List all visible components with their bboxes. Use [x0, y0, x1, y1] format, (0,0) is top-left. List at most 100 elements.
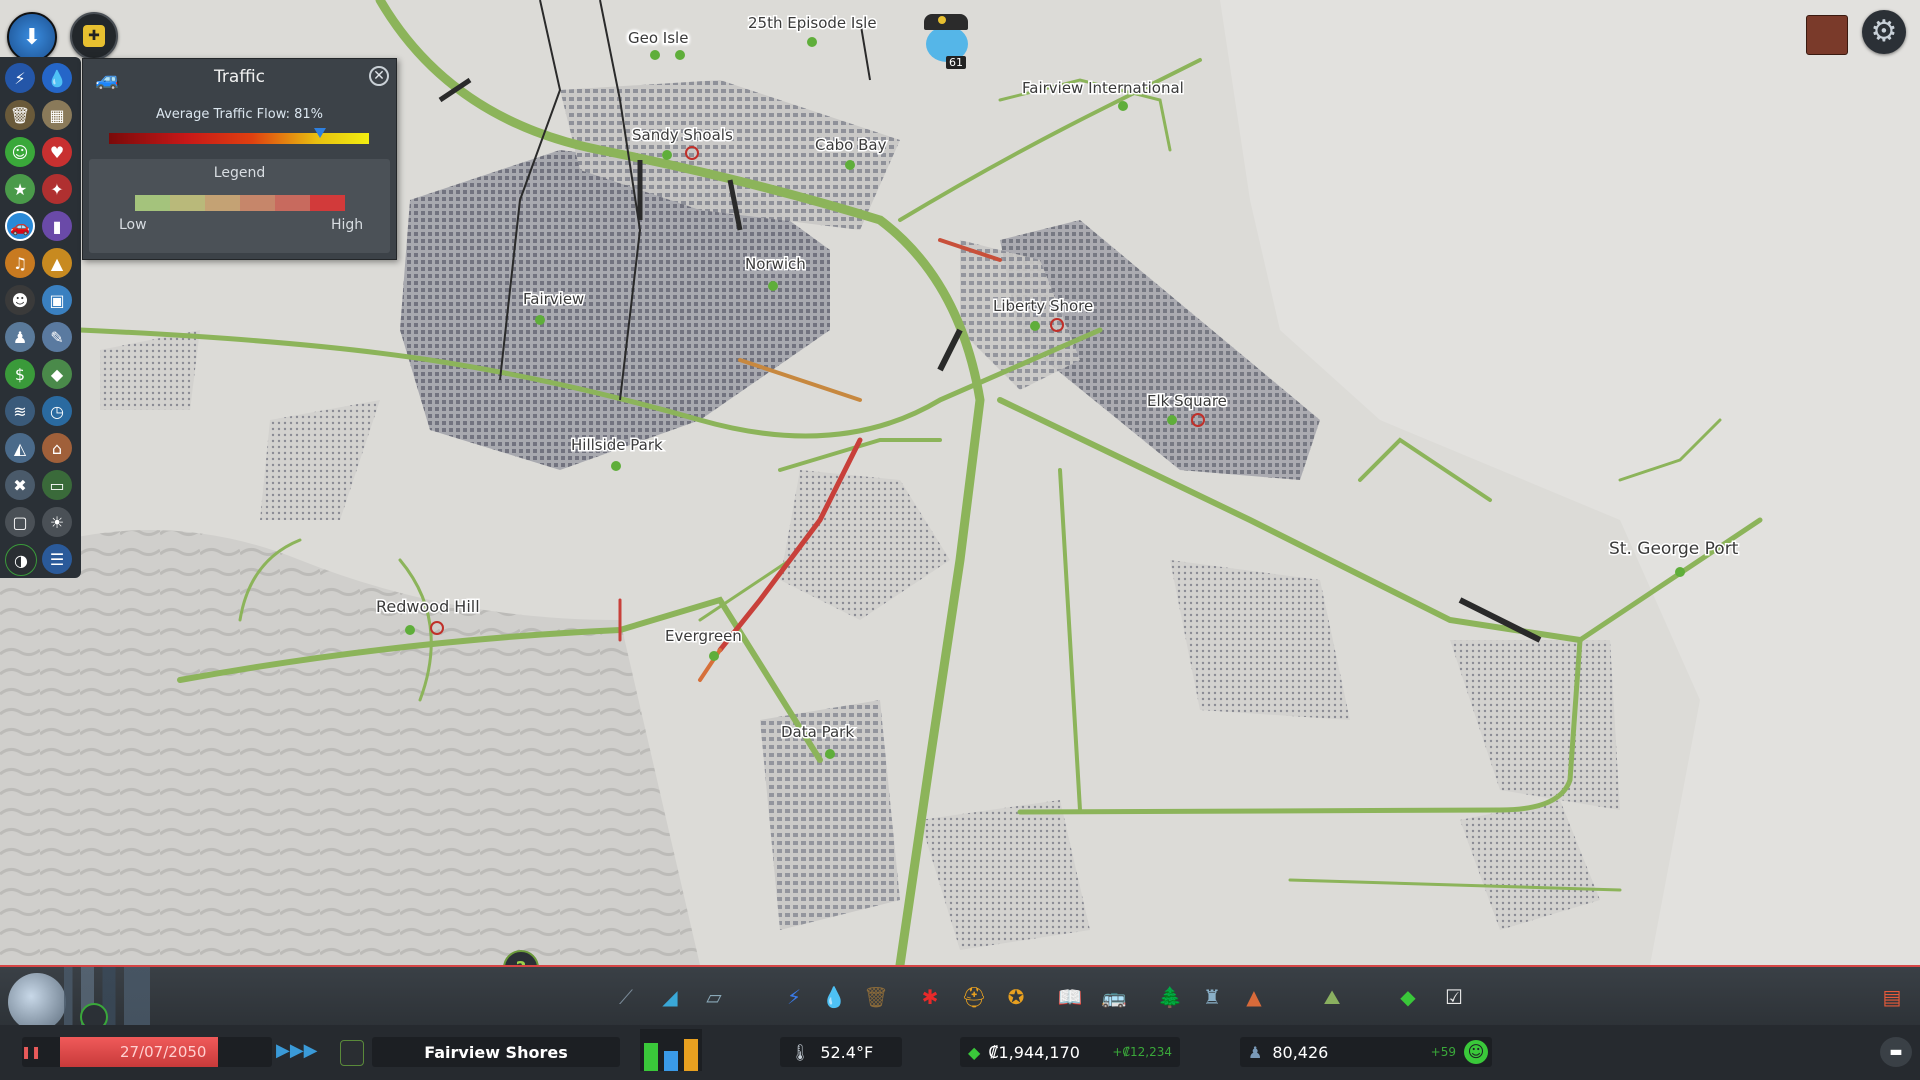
crime-view-icon[interactable]: ☻ [5, 285, 35, 315]
health-view-icon[interactable]: ♥ [42, 137, 72, 167]
population-box[interactable]: ♟ 80,426 +59 ☺ [1240, 1037, 1492, 1067]
close-button[interactable]: ✕ [369, 66, 389, 86]
money-text: ₡1,944,170 [988, 1042, 1080, 1062]
district-label: Fairview [523, 290, 584, 308]
camera-view-icon[interactable]: ▢ [5, 507, 35, 537]
chirper-toggle-button[interactable]: ▬ [1880, 1037, 1912, 1067]
status-bar: ❚❚ 27/07/2050 ▶▶▶ Fairview Shores 🌡 52.4… [0, 1025, 1920, 1080]
legend-title: Legend [213, 165, 266, 181]
entertainment-view-icon[interactable]: ✦ [42, 174, 72, 204]
noise-view-icon[interactable]: ♫ [5, 248, 35, 278]
fire-tool-icon[interactable]: ⛑ [958, 981, 990, 1013]
district-label: Liberty Shore [993, 297, 1093, 315]
land-value-view-icon[interactable]: ▦ [42, 100, 72, 130]
heating-view-icon[interactable]: ☀ [42, 507, 72, 537]
buildings-view-icon[interactable]: ⌂ [42, 433, 72, 463]
info-sign-icon: ✚ [83, 25, 105, 47]
panel-title: Traffic [213, 67, 266, 87]
info-views-toolbar: ⚡ 💧 🗑 ▦ ☺ ♥ ★ ✦ 🚗 ▮ ♫ ▲ ☻ ▣ ♟ ✎ $ ◆ ≋ ◷ … [0, 57, 81, 578]
commercial-demand-bar [664, 1051, 678, 1071]
settings-button[interactable]: ⚙ [1862, 10, 1906, 54]
time-view-icon[interactable]: ◷ [42, 396, 72, 426]
districts-view-icon[interactable]: ◑ [5, 544, 37, 576]
unique-buildings-tool-icon[interactable]: ♜ [1196, 981, 1228, 1013]
resources-view-icon[interactable]: ◆ [42, 359, 72, 389]
money-icon: ◆ [968, 1042, 981, 1062]
transport-tool-icon[interactable]: 🚌 [1098, 981, 1130, 1013]
roads-tool-icon[interactable]: ⟋ [610, 981, 642, 1013]
average-traffic-flow-label: Average Traffic Flow: 81% [155, 107, 324, 122]
zoning-tool-icon[interactable]: ◢ [654, 981, 686, 1013]
temperature-box: 🌡 52.4°F [780, 1037, 902, 1067]
paradox-launcher-icon[interactable] [1806, 15, 1848, 55]
population-view-icon[interactable]: ♟ [5, 322, 35, 352]
wealth-view-icon[interactable]: $ [5, 359, 35, 389]
info-list-view-icon[interactable]: ☰ [42, 544, 72, 574]
garbage-view-icon[interactable]: 🗑 [5, 100, 35, 130]
monuments-tool-icon[interactable]: ▲ [1238, 981, 1270, 1013]
district-label: St. George Port [1609, 539, 1739, 559]
city-globe-icon[interactable] [8, 973, 66, 1031]
money-tool-icon[interactable]: ◆ [1392, 981, 1424, 1013]
legend-box: Legend Low High [89, 159, 390, 253]
gear-icon: ⚙ [1870, 14, 1898, 49]
chat-icon: ▬ [1889, 1044, 1903, 1060]
road-view-icon[interactable]: ▭ [42, 470, 72, 500]
electricity-view-icon[interactable]: ⚡ [5, 63, 35, 93]
legend-swatch [205, 195, 240, 211]
healthcare-tool-icon[interactable]: ✱ [914, 981, 946, 1013]
happiness-icon: ☺ [1464, 1040, 1488, 1064]
attractiveness-view-icon[interactable]: ★ [5, 174, 35, 204]
district-label: Norwich [745, 255, 806, 273]
district-label: Geo Isle [628, 29, 688, 47]
garbage-tool-icon[interactable]: 🗑 [860, 981, 892, 1013]
advisor-button[interactable]: ✚ [70, 12, 118, 60]
speed-icon[interactable]: ▶▶▶ [276, 1040, 318, 1061]
police-tool-icon[interactable]: ✪ [1000, 981, 1032, 1013]
wind-view-icon[interactable]: ≋ [5, 396, 35, 426]
policies-tool-icon[interactable]: ☑ [1438, 981, 1470, 1013]
date-box[interactable]: ❚❚ 27/07/2050 [22, 1037, 272, 1067]
education-view-icon[interactable]: ✎ [42, 322, 72, 352]
chirper-badge: 61 [946, 56, 966, 69]
public-transport-view-icon[interactable]: ▣ [42, 285, 72, 315]
legend-swatch [310, 195, 345, 211]
landscaping-tool-icon[interactable]: ⛰ [1316, 981, 1348, 1013]
date-text: 27/07/2050 [120, 1043, 207, 1061]
city-name-box[interactable]: Fairview Shores [372, 1037, 620, 1067]
district-label: Redwood Hill [376, 597, 480, 616]
money-box[interactable]: ◆ ₡1,944,170 +₡12,234 [960, 1037, 1180, 1067]
district-label: Hillside Park [571, 436, 663, 454]
terrain-view-icon[interactable]: ◭ [5, 433, 35, 463]
water-view-icon[interactable]: 💧 [42, 63, 72, 93]
chirper-mascot-icon[interactable]: 61 [920, 10, 976, 70]
districts-tool-icon[interactable]: ▱ [698, 981, 730, 1013]
bulldozer-tool-icon[interactable]: ▤ [1876, 981, 1908, 1013]
city-name: Fairview Shores [424, 1042, 568, 1062]
district-label: Elk Square [1147, 392, 1227, 410]
legend-gradient [135, 195, 345, 211]
parks-tool-icon[interactable]: 🌲 [1154, 981, 1186, 1013]
district-label: Fairview International [1022, 79, 1184, 97]
residential-demand-bar [644, 1043, 658, 1071]
construction-toolbar: ⟋ ◢ ▱ ⚡ 💧 🗑 ✱ ⛑ ✪ 📖 🚌 🌲 ♜ ▲ ⛰ ◆ ☑ ▤ [0, 965, 1920, 1031]
water-tool-icon[interactable]: 💧 [818, 981, 850, 1013]
population-icon: ♟ [1248, 1042, 1263, 1062]
close-icon: ✕ [373, 68, 385, 84]
legend-swatch [135, 195, 170, 211]
unlocks-button[interactable]: ⬇ [7, 12, 57, 62]
city-info-icon[interactable] [340, 1040, 364, 1066]
traffic-flow-marker [313, 128, 326, 138]
fire-view-icon[interactable]: ▲ [42, 248, 72, 278]
legend-swatch [240, 195, 275, 211]
maintenance-view-icon[interactable]: ✖ [5, 470, 35, 500]
electricity-tool-icon[interactable]: ⚡ [778, 981, 810, 1013]
rci-demand-indicator[interactable] [640, 1029, 702, 1071]
education-tool-icon[interactable]: 📖 [1054, 981, 1086, 1013]
happiness-view-icon[interactable]: ☺ [5, 137, 35, 167]
district-label: Cabo Bay [815, 136, 887, 154]
traffic-flow-bar [109, 133, 369, 144]
traffic-view-icon[interactable]: 🚗 [5, 211, 35, 241]
pollution-view-icon[interactable]: ▮ [42, 211, 72, 241]
traffic-info-panel: 🚙 Traffic ✕ Average Traffic Flow: 81% Le… [82, 58, 397, 260]
